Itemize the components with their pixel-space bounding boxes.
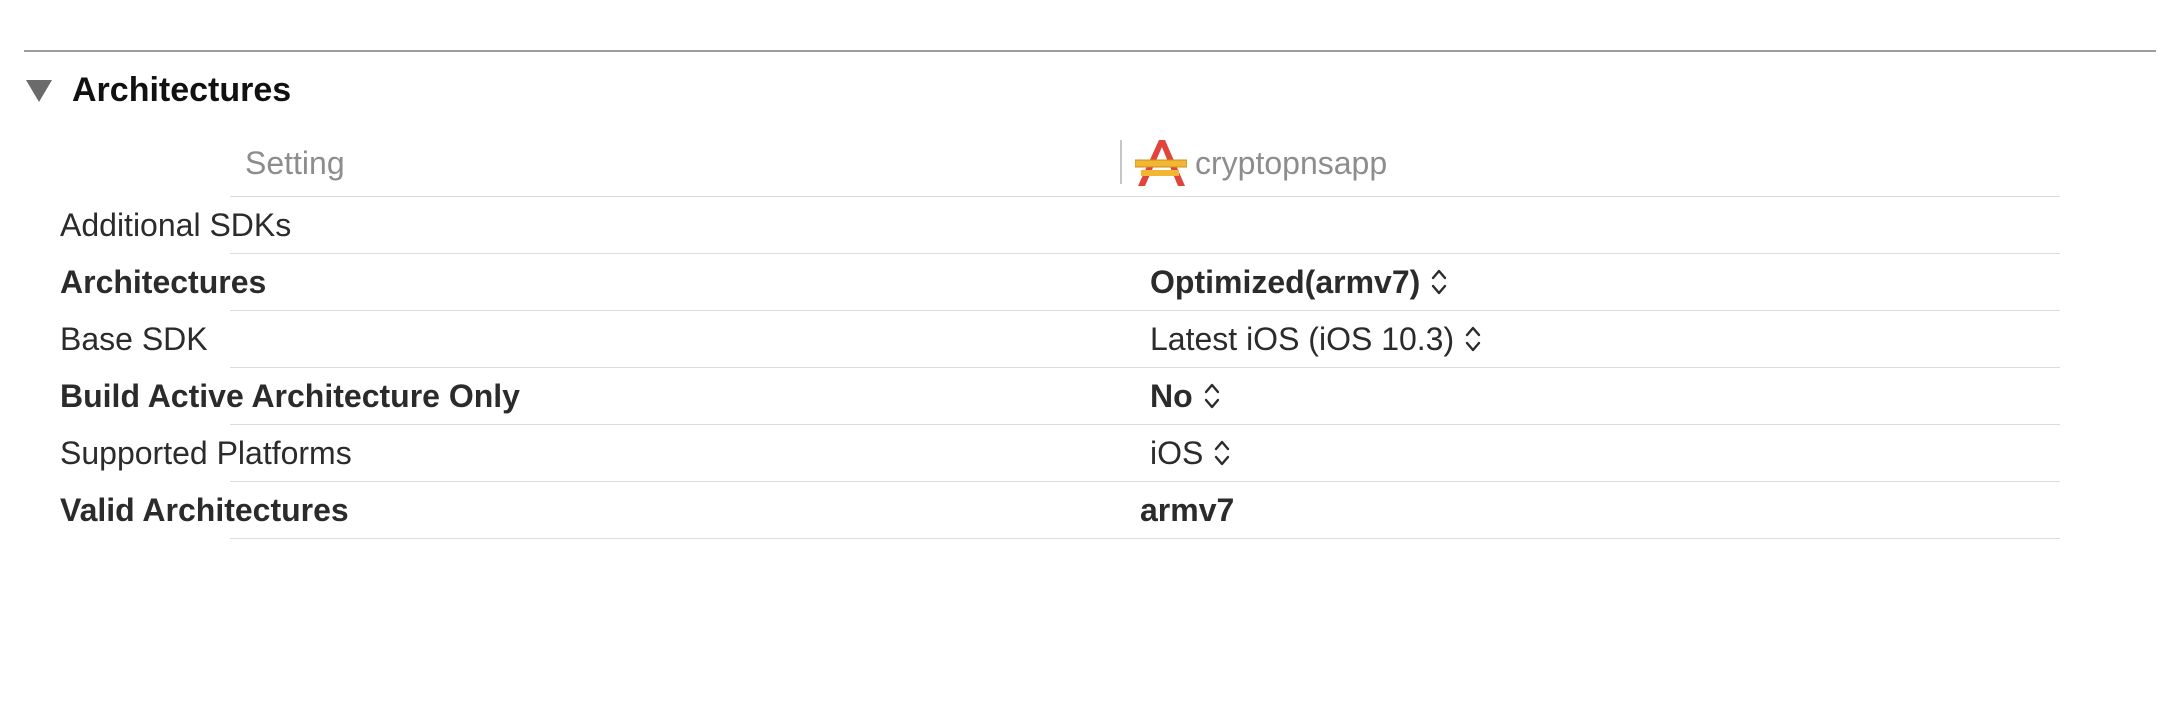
column-header-setting[interactable]: Setting [245, 130, 345, 196]
table-row-architectures[interactable]: Architectures Optimized(armv7) [60, 254, 2060, 311]
up-down-chevron-icon[interactable] [1213, 438, 1231, 468]
disclosure-triangle-icon[interactable] [26, 80, 52, 102]
table-row-supported-platforms[interactable]: Supported Platforms iOS [60, 425, 2060, 482]
settings-table: Additional SDKs Architectures Optimized(… [0, 197, 2060, 539]
setting-value-popup[interactable]: iOS [1150, 425, 1231, 481]
setting-value-popup[interactable]: Latest iOS (iOS 10.3) [1150, 311, 1482, 367]
column-header-row: Setting cryptopnsapp [230, 130, 2060, 197]
table-row-additional-sdks[interactable]: Additional SDKs [60, 197, 2060, 254]
setting-name: Supported Platforms [60, 435, 352, 471]
column-header-target[interactable]: cryptopnsapp [1135, 130, 1387, 196]
section-title: Architectures [72, 70, 292, 109]
table-row-base-sdk[interactable]: Base SDK Latest iOS (iOS 10.3) [60, 311, 2060, 368]
setting-value[interactable]: armv7 [1140, 482, 1234, 538]
setting-value-popup[interactable]: Optimized(armv7) [1150, 254, 1448, 310]
table-row-valid-architectures[interactable]: Valid Architectures armv7 [60, 482, 2060, 539]
up-down-chevron-icon[interactable] [1464, 324, 1482, 354]
up-down-chevron-icon[interactable] [1203, 381, 1221, 411]
setting-name: Build Active Architecture Only [60, 378, 520, 414]
setting-name: Base SDK [60, 321, 208, 357]
setting-name: Architectures [60, 264, 267, 300]
target-name: cryptopnsapp [1195, 144, 1388, 181]
setting-value-popup[interactable]: No [1150, 368, 1221, 424]
up-down-chevron-icon[interactable] [1430, 267, 1448, 297]
top-divider [24, 50, 2156, 52]
setting-name: Additional SDKs [60, 207, 292, 243]
section-header-architectures[interactable]: Architectures [26, 68, 291, 112]
setting-name: Valid Architectures [60, 492, 349, 528]
xcode-app-icon [1135, 140, 1187, 186]
column-divider[interactable] [1120, 140, 1122, 184]
table-row-build-active-architecture-only[interactable]: Build Active Architecture Only No [60, 368, 2060, 425]
